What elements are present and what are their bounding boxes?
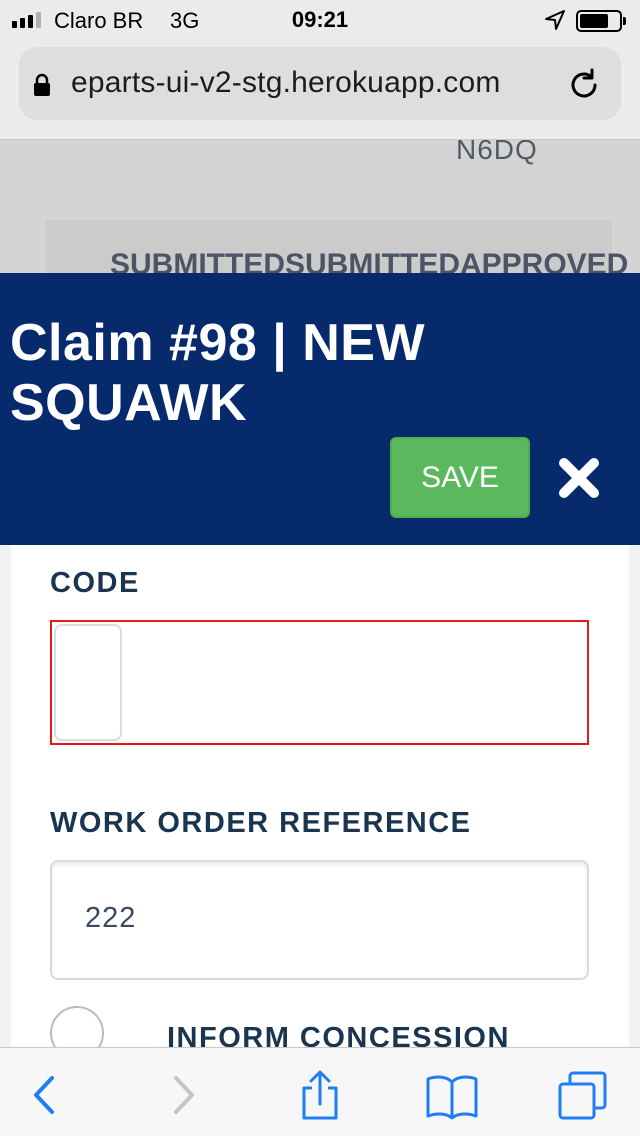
battery-icon — [576, 10, 626, 32]
code-inner-box[interactable] — [54, 624, 122, 741]
tabs-icon[interactable] — [556, 1070, 612, 1120]
work-order-field[interactable]: 222 — [50, 860, 589, 980]
bookmarks-icon[interactable] — [424, 1070, 480, 1120]
work-order-label: WORK ORDER REFERENCE — [50, 807, 472, 839]
browser-toolbar — [0, 1047, 640, 1136]
modal-header: Claim #98 | NEW SQUAWK SAVE — [0, 273, 640, 545]
code-label: CODE — [50, 567, 140, 599]
modal-title: Claim #98 | NEW SQUAWK — [10, 314, 426, 432]
code-field[interactable] — [50, 620, 589, 745]
work-order-value: 222 — [85, 902, 137, 934]
lock-icon — [34, 73, 50, 96]
forward-icon[interactable] — [154, 1070, 210, 1120]
reload-icon[interactable] — [566, 67, 602, 103]
address-bar[interactable]: eparts-ui-v2-stg.herokuapp.com — [19, 47, 621, 120]
location-arrow-icon — [545, 10, 565, 30]
background-page: N6DQ SUBMITTEDSUBMITTEDAPPROVED — [0, 140, 640, 273]
share-icon[interactable] — [292, 1070, 348, 1120]
status-bar: Claro BR 3G 09:21 — [0, 0, 640, 40]
back-icon[interactable] — [24, 1070, 80, 1120]
background-aircraft-code: N6DQ — [456, 140, 538, 165]
close-icon[interactable] — [556, 455, 602, 501]
background-status-row: SUBMITTEDSUBMITTEDAPPROVED — [110, 248, 629, 273]
modal-body: CODE WORK ORDER REFERENCE 222 INFORM CON… — [0, 545, 640, 1060]
browser-address-area: eparts-ui-v2-stg.herokuapp.com — [0, 40, 640, 140]
save-button[interactable]: SAVE — [390, 437, 530, 518]
url-text[interactable]: eparts-ui-v2-stg.herokuapp.com — [71, 66, 547, 100]
